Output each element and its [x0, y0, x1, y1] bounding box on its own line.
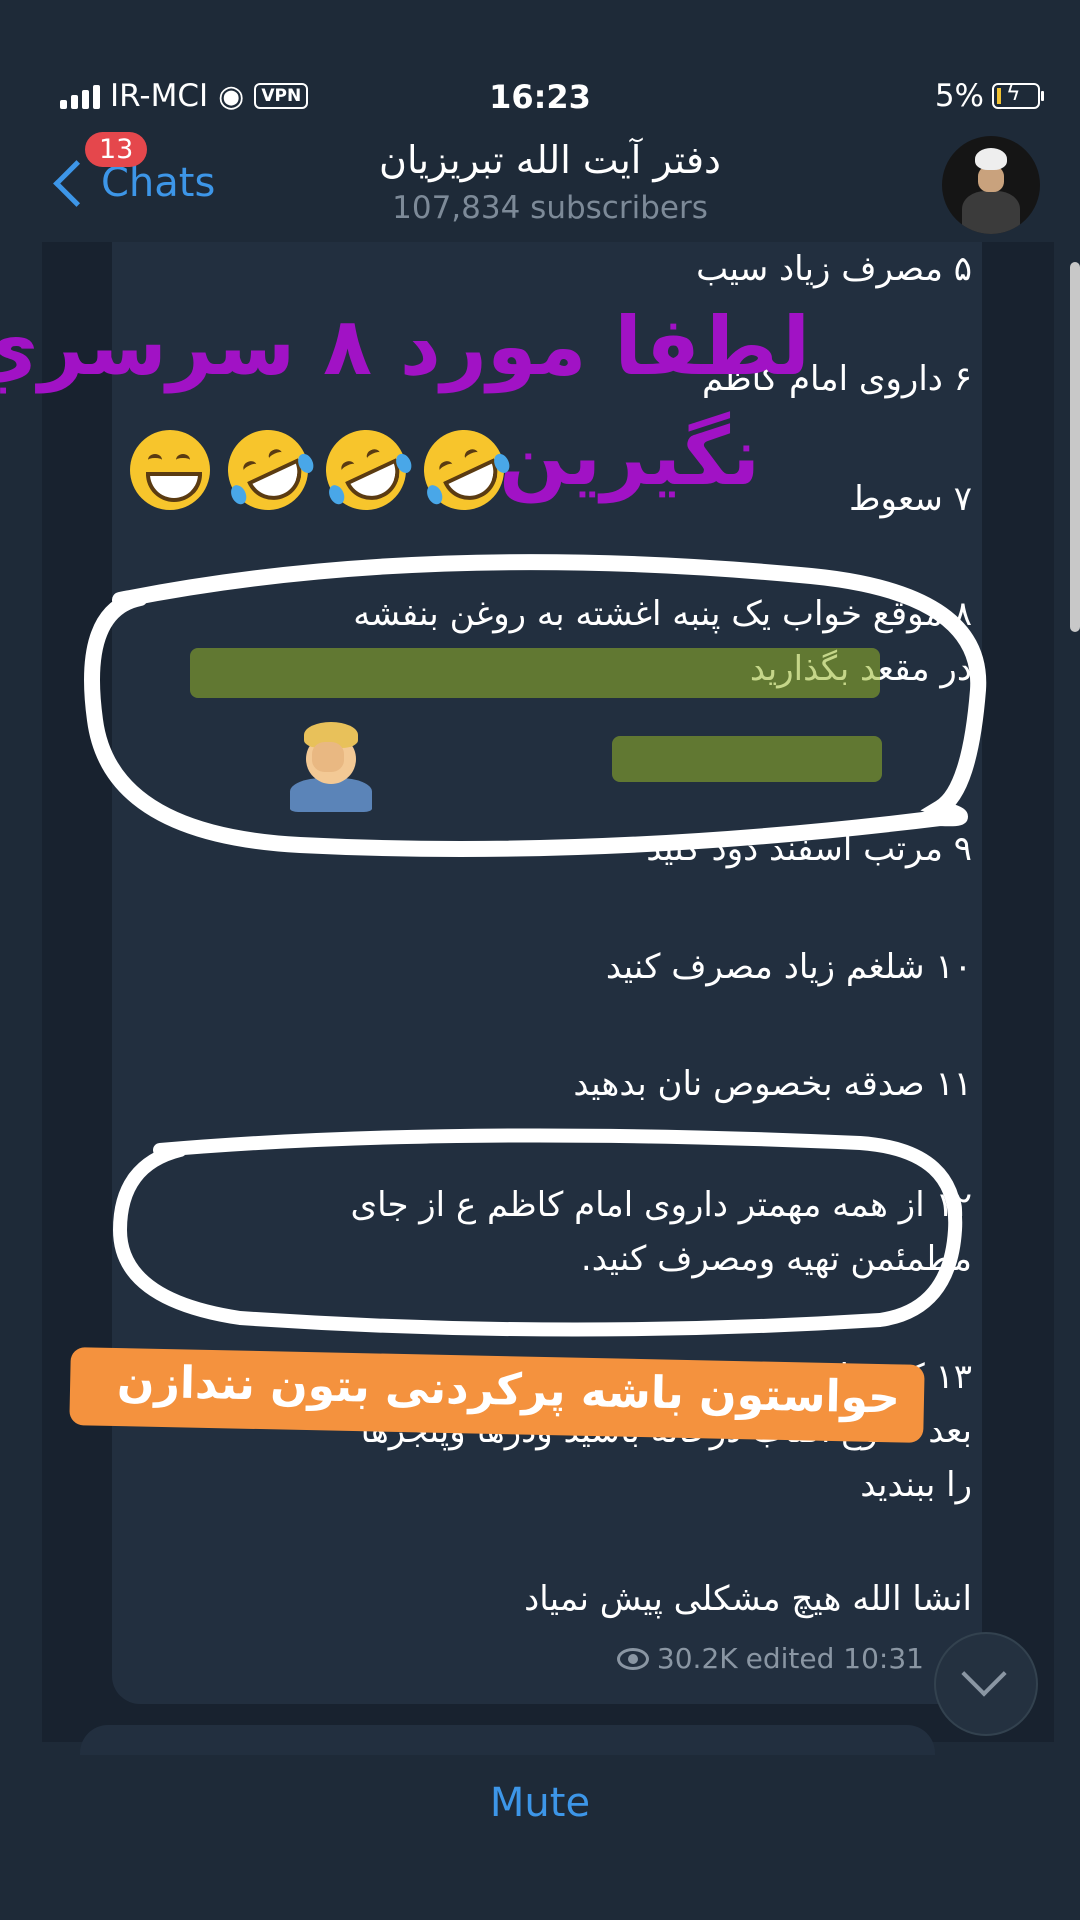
- chevron-down-icon: [961, 1651, 1007, 1697]
- scribble-circle-item-12: [112, 1128, 963, 1337]
- scribble-annotations: [84, 554, 987, 1337]
- scroll-down-button[interactable]: [934, 1632, 1038, 1736]
- mute-button[interactable]: Mute: [0, 1780, 1080, 1826]
- overlay-purple-line-1: لطفا مورد ۸ سرسري: [0, 300, 810, 393]
- facepalm-icon: [286, 720, 376, 812]
- overlay-purple-line-2: نگیرین: [498, 410, 760, 503]
- grinning-face-icon: [130, 430, 210, 510]
- scribble-circle-item-8: [84, 554, 987, 857]
